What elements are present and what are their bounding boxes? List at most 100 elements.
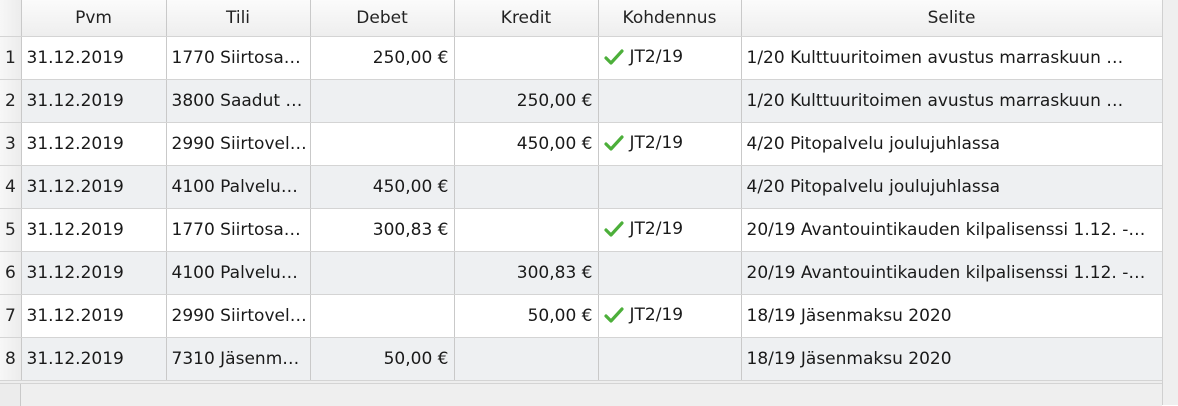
column-header-pvm[interactable]: Pvm — [21, 0, 167, 37]
cell-kohdennus[interactable] — [598, 251, 742, 295]
cell-tili[interactable]: 4100 Palvelu… — [166, 251, 311, 295]
cell-kredit-text: 50,00 € — [527, 306, 593, 326]
cell-kohdennus[interactable] — [598, 337, 742, 381]
cell-pvm-text: 31.12.2019 — [26, 263, 124, 283]
cell-pvm-text: 31.12.2019 — [26, 91, 124, 111]
cell-kredit[interactable]: 250,00 € — [454, 79, 599, 123]
cell-debet[interactable] — [310, 294, 455, 338]
table-row[interactable]: 8 31.12.2019 7310 Jäsenm… 50,00 € 18/19 Jäse… — [0, 337, 1163, 381]
row-number-text: 1 — [5, 48, 16, 68]
cell-tili-text: 1770 Siirtosa… — [171, 48, 301, 68]
cell-selite[interactable]: 4/20 Pitopalvelu joulujuhlassa — [741, 122, 1163, 166]
row-number[interactable]: 8 — [0, 337, 22, 381]
table-row[interactable]: 4 31.12.2019 4100 Palvelu… 450,00 € 4/20 Pit… — [0, 165, 1163, 209]
cell-kohdennus[interactable] — [598, 165, 742, 209]
header-row: Pvm Tili Debet Kredit Kohdennus Selite — [0, 0, 1163, 37]
cell-kredit-text: 250,00 € — [516, 91, 593, 111]
column-header-tili[interactable]: Tili — [166, 0, 311, 37]
column-header-debet[interactable]: Debet — [310, 0, 455, 37]
row-number[interactable]: 3 — [0, 122, 22, 166]
column-header-kohdennus[interactable]: Kohdennus — [598, 0, 742, 37]
cell-tili[interactable]: 1770 Siirtosa… — [166, 208, 311, 252]
cell-selite[interactable]: 4/20 Pitopalvelu joulujuhlassa — [741, 165, 1163, 209]
row-number[interactable]: 4 — [0, 165, 22, 209]
cell-pvm[interactable]: 31.12.2019 — [21, 337, 167, 381]
cell-selite[interactable]: 18/19 Jäsenmaksu 2020 — [741, 337, 1163, 381]
cell-kredit[interactable] — [454, 165, 599, 209]
cell-debet[interactable]: 250,00 € — [310, 36, 455, 80]
column-header-kredit[interactable]: Kredit — [454, 0, 599, 37]
cell-pvm[interactable]: 31.12.2019 — [21, 294, 167, 338]
cell-kohdennus[interactable]: JT2/19 — [598, 294, 742, 338]
table-row[interactable]: 5 31.12.2019 1770 Siirtosa… 300,83 € JT2/19 2… — [0, 208, 1163, 252]
cell-tili[interactable]: 3800 Saadut … — [166, 79, 311, 123]
cell-kohdennus-text: JT2/19 — [629, 218, 684, 239]
cell-kohdennus[interactable] — [598, 79, 742, 123]
cell-debet[interactable]: 50,00 € — [310, 337, 455, 381]
cell-selite[interactable]: 20/19 Avantouintikauden kilpalisenssi 1.… — [741, 208, 1163, 252]
cell-tili[interactable]: 7310 Jäsenm… — [166, 337, 311, 381]
cell-debet[interactable] — [310, 79, 455, 123]
check-icon — [603, 134, 624, 156]
row-number[interactable]: 2 — [0, 79, 22, 123]
cell-pvm[interactable]: 31.12.2019 — [21, 36, 167, 80]
row-number[interactable]: 1 — [0, 36, 22, 80]
cell-pvm[interactable]: 31.12.2019 — [21, 251, 167, 295]
cell-tili[interactable]: 1770 Siirtosa… — [166, 36, 311, 80]
cell-kredit[interactable] — [454, 337, 599, 381]
table-row[interactable]: 6 31.12.2019 4100 Palvelu… 300,83 € 20/19 Av… — [0, 251, 1163, 295]
table-row[interactable]: 1 31.12.2019 1770 Siirtosa… 250,00 € JT2/19 1… — [0, 36, 1163, 80]
cell-debet[interactable] — [310, 251, 455, 295]
cell-debet-text: 250,00 € — [372, 48, 449, 68]
empty-area — [0, 383, 1162, 406]
cell-debet[interactable]: 300,83 € — [310, 208, 455, 252]
cell-kohdennus-text: JT2/19 — [629, 304, 684, 325]
row-number[interactable]: 7 — [0, 294, 22, 338]
cell-kohdennus[interactable]: JT2/19 — [598, 122, 742, 166]
cell-selite[interactable]: 1/20 Kulttuuritoimen avustus marraskuun … — [741, 36, 1163, 80]
cell-pvm-text: 31.12.2019 — [26, 134, 124, 154]
table-row[interactable]: 3 31.12.2019 2990 Siirtovel… 450,00 € JT2/19… — [0, 122, 1163, 166]
row-number-text: 7 — [5, 306, 16, 326]
row-number-text: 6 — [5, 263, 16, 283]
cell-pvm[interactable]: 31.12.2019 — [21, 79, 167, 123]
cell-kredit[interactable] — [454, 208, 599, 252]
cell-kohdennus[interactable]: JT2/19 — [598, 36, 742, 80]
corner-header[interactable] — [0, 0, 22, 37]
cell-tili-text: 2990 Siirtovel… — [171, 306, 307, 326]
cell-selite-text: 18/19 Jäsenmaksu 2020 — [746, 306, 952, 326]
cell-tili[interactable]: 4100 Palvelu… — [166, 165, 311, 209]
cell-debet[interactable]: 450,00 € — [310, 165, 455, 209]
check-icon — [603, 220, 624, 242]
cell-kredit[interactable]: 300,83 € — [454, 251, 599, 295]
check-icon — [603, 48, 624, 70]
cell-pvm-text: 31.12.2019 — [26, 48, 124, 68]
cell-pvm[interactable]: 31.12.2019 — [21, 165, 167, 209]
row-number[interactable]: 5 — [0, 208, 22, 252]
row-number-text: 4 — [5, 177, 16, 197]
cell-debet[interactable] — [310, 122, 455, 166]
cell-tili-text: 3800 Saadut … — [171, 91, 303, 111]
table-row[interactable]: 7 31.12.2019 2990 Siirtovel… 50,00 € JT2/19 1… — [0, 294, 1163, 338]
cell-pvm[interactable]: 31.12.2019 — [21, 122, 167, 166]
row-number[interactable]: 6 — [0, 251, 22, 295]
cell-kredit[interactable]: 450,00 € — [454, 122, 599, 166]
cell-pvm[interactable]: 31.12.2019 — [21, 208, 167, 252]
cell-tili[interactable]: 2990 Siirtovel… — [166, 122, 311, 166]
row-number-text: 5 — [5, 220, 16, 240]
row-header-filler — [0, 384, 21, 406]
cell-tili[interactable]: 2990 Siirtovel… — [166, 294, 311, 338]
cell-selite[interactable]: 1/20 Kulttuuritoimen avustus marraskuun … — [741, 79, 1163, 123]
cell-kredit[interactable]: 50,00 € — [454, 294, 599, 338]
check-icon — [603, 306, 624, 328]
cell-selite-text: 20/19 Avantouintikauden kilpalisenssi 1.… — [746, 263, 1146, 283]
table-row[interactable]: 2 31.12.2019 3800 Saadut … 250,00 € 1/20 Kul… — [0, 79, 1163, 123]
cell-selite-text: 4/20 Pitopalvelu joulujuhlassa — [746, 134, 1001, 154]
column-header-selite[interactable]: Selite — [741, 0, 1163, 37]
cell-selite[interactable]: 18/19 Jäsenmaksu 2020 — [741, 294, 1163, 338]
vertical-scrollbar[interactable] — [1162, 0, 1178, 405]
cell-kohdennus-text: JT2/19 — [629, 132, 684, 153]
cell-kohdennus[interactable]: JT2/19 — [598, 208, 742, 252]
cell-kredit[interactable] — [454, 36, 599, 80]
cell-selite[interactable]: 20/19 Avantouintikauden kilpalisenssi 1.… — [741, 251, 1163, 295]
